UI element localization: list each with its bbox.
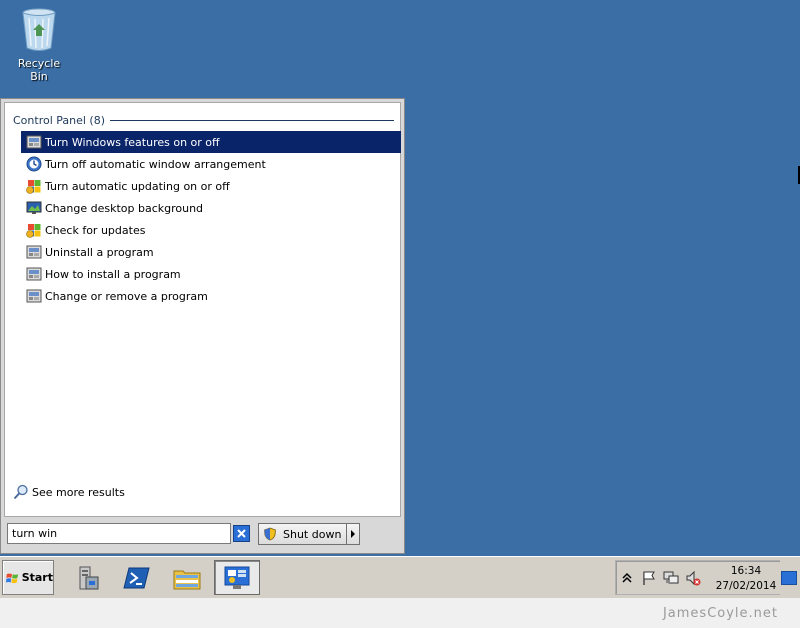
see-more-label: See more results [32,485,125,499]
clock-date: 27/02/2014 [715,580,777,592]
volume-tray-icon[interactable] [682,567,704,589]
notification-area: 16:34 27/02/2014 [615,560,780,595]
result-label: Check for updates [45,223,146,237]
powershell-icon [123,567,150,588]
windows-update-icon [26,180,41,194]
taskbar-app-server-manager[interactable] [64,560,110,595]
result-label: Turn automatic updating on or off [45,179,230,193]
group-divider [110,120,394,121]
result-label: How to install a program [45,267,181,281]
result-label: Turn Windows features on or off [45,135,220,149]
desktop-icon-recycle-bin[interactable]: Recycle Bin [8,4,70,83]
windows-update-icon [26,224,41,238]
watermark: JamesCoyle.net [662,606,778,621]
result-check-updates[interactable]: Check for updates [21,219,401,241]
magnifier-icon [13,484,28,500]
shield-icon [264,527,276,541]
result-install-program[interactable]: How to install a program [21,263,401,285]
clear-search-button[interactable] [233,525,250,542]
results-group-header[interactable]: Control Panel (8) [13,112,394,128]
network-tray-icon[interactable] [660,567,682,589]
control-panel-icon [224,566,250,589]
show-hidden-icons-button[interactable] [616,567,638,589]
result-change-remove-program[interactable]: Change or remove a program [21,285,401,307]
shut-down-label: Shut down [283,527,342,541]
action-center-flag-icon [643,571,655,585]
clear-search-icon [237,529,246,538]
volume-muted-icon [686,570,701,585]
desktop-background-icon [26,201,42,214]
results-group-title: Control Panel (8) [13,113,106,127]
taskbar: Start 16:34 27/02/2014 [0,556,800,598]
taskbar-app-explorer[interactable] [164,560,210,595]
see-more-results-link[interactable]: See more results [13,484,125,500]
desktop-icon-label: Recycle Bin [17,57,61,83]
start-menu: Control Panel (8) Turn Windows features … [0,98,405,554]
taskbar-app-control-panel[interactable] [214,560,260,595]
recycle-bin-icon [22,8,56,51]
windows-logo-icon [6,573,19,583]
start-button[interactable]: Start [2,560,54,595]
clock-time: 16:34 [730,565,762,577]
result-label: Change or remove a program [45,289,208,303]
start-label: Start [21,571,53,584]
network-icon [663,571,679,583]
search-results-pane: Control Panel (8) Turn Windows features … [4,102,401,517]
search-bar: Shut down [7,523,399,547]
result-uninstall-program[interactable]: Uninstall a program [21,241,401,263]
programs-features-icon [26,289,42,303]
taskbar-app-powershell[interactable] [114,560,160,595]
programs-features-icon [26,267,42,281]
action-center-tray-icon[interactable] [638,567,660,589]
show-desktop-button[interactable] [781,571,797,585]
result-label: Change desktop background [45,201,204,215]
result-label: Turn off automatic window arrangement [45,157,266,171]
programs-features-icon [26,245,42,259]
shut-down-button[interactable]: Shut down [258,523,348,545]
ease-of-access-icon [26,156,42,172]
show-hidden-icons-chevron-icon [622,572,632,583]
programs-features-icon [26,135,42,149]
start-search-input[interactable] [7,523,231,544]
footer-strip: JamesCoyle.net [0,598,800,628]
chevron-right-icon [351,530,355,538]
result-automatic-updating[interactable]: Turn automatic updating on or off [21,175,401,197]
server-manager-icon [79,566,99,589]
shut-down-options-button[interactable] [346,523,360,545]
system-clock[interactable]: 16:34 27/02/2014 [714,564,778,594]
result-turn-windows-features[interactable]: Turn Windows features on or off [21,131,401,153]
search-results-list: Turn Windows features on or off Turn off… [21,131,401,307]
folder-icon [173,570,201,589]
result-window-arrangement[interactable]: Turn off automatic window arrangement [21,153,401,175]
result-desktop-background[interactable]: Change desktop background [21,197,401,219]
result-label: Uninstall a program [45,245,154,259]
